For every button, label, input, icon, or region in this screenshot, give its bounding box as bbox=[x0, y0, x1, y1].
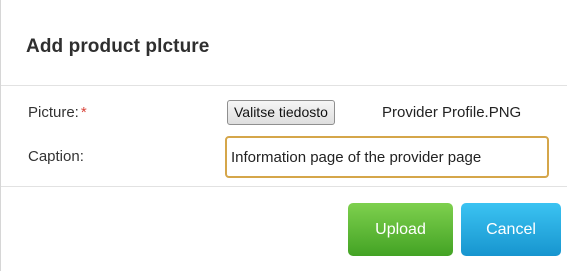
cancel-button[interactable]: Cancel bbox=[461, 203, 561, 256]
choose-file-button[interactable]: Valitse tiedosto bbox=[227, 100, 335, 125]
caption-label: Caption: bbox=[28, 148, 84, 165]
picture-label: Picture: * bbox=[28, 104, 87, 121]
dialog-header: Add product plcture bbox=[1, 0, 567, 86]
selected-file-name: Provider Profile.PNG bbox=[382, 104, 522, 121]
upload-button[interactable]: Upload bbox=[348, 203, 453, 256]
footer-divider bbox=[1, 186, 567, 187]
picture-label-text: Picture: bbox=[28, 104, 79, 121]
add-product-picture-dialog: Add product plcture Picture: * Valitse ti… bbox=[0, 0, 567, 271]
caption-input[interactable] bbox=[225, 136, 549, 178]
dialog-title: Add product plcture bbox=[26, 36, 210, 57]
required-marker: * bbox=[80, 104, 87, 121]
